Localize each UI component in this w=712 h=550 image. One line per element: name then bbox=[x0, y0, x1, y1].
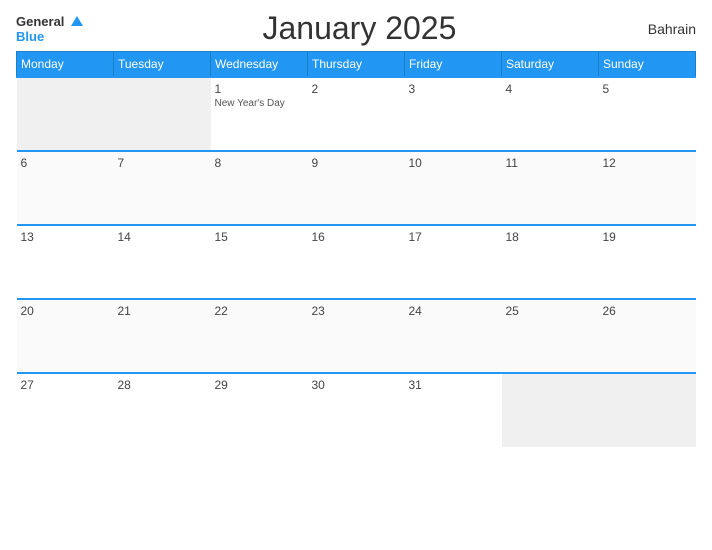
logo-blue-text: Blue bbox=[16, 30, 44, 44]
day-number: 22 bbox=[215, 304, 304, 318]
day-number: 21 bbox=[118, 304, 207, 318]
day-number: 25 bbox=[506, 304, 595, 318]
day-number: 16 bbox=[312, 230, 401, 244]
day-number: 13 bbox=[21, 230, 110, 244]
calendar-day-cell: 1 New Year's Day bbox=[211, 77, 308, 151]
weekday-header-thursday: Thursday bbox=[308, 52, 405, 78]
calendar-day-cell bbox=[599, 373, 696, 447]
calendar-day-cell bbox=[17, 77, 114, 151]
day-number: 10 bbox=[409, 156, 498, 170]
calendar-day-cell: 10 bbox=[405, 151, 502, 225]
weekday-header-row: MondayTuesdayWednesdayThursdayFridaySatu… bbox=[17, 52, 696, 78]
day-number: 9 bbox=[312, 156, 401, 170]
calendar-day-cell bbox=[502, 373, 599, 447]
weekday-header-saturday: Saturday bbox=[502, 52, 599, 78]
day-number: 18 bbox=[506, 230, 595, 244]
header-row: General Blue January 2025 Bahrain bbox=[16, 10, 696, 47]
logo-triangle-icon bbox=[71, 16, 83, 26]
calendar-day-cell: 24 bbox=[405, 299, 502, 373]
day-number: 8 bbox=[215, 156, 304, 170]
calendar-day-cell: 14 bbox=[114, 225, 211, 299]
calendar-day-cell: 21 bbox=[114, 299, 211, 373]
day-number: 17 bbox=[409, 230, 498, 244]
calendar-day-cell: 5 bbox=[599, 77, 696, 151]
day-number: 23 bbox=[312, 304, 401, 318]
calendar-week-row: 1 New Year's Day 2345 bbox=[17, 77, 696, 151]
calendar-day-cell: 18 bbox=[502, 225, 599, 299]
day-number: 30 bbox=[312, 378, 401, 392]
weekday-header-monday: Monday bbox=[17, 52, 114, 78]
calendar-day-cell: 22 bbox=[211, 299, 308, 373]
calendar-day-cell: 30 bbox=[308, 373, 405, 447]
day-number: 31 bbox=[409, 378, 498, 392]
logo-general-text: General bbox=[16, 14, 64, 29]
day-number: 7 bbox=[118, 156, 207, 170]
calendar-container: General Blue January 2025 Bahrain Monday… bbox=[0, 0, 712, 550]
day-number: 24 bbox=[409, 304, 498, 318]
calendar-day-cell: 25 bbox=[502, 299, 599, 373]
weekday-header-tuesday: Tuesday bbox=[114, 52, 211, 78]
calendar-day-cell: 11 bbox=[502, 151, 599, 225]
day-number: 4 bbox=[506, 82, 595, 96]
calendar-header: MondayTuesdayWednesdayThursdayFridaySatu… bbox=[17, 52, 696, 78]
day-number: 14 bbox=[118, 230, 207, 244]
calendar-day-cell: 2 bbox=[308, 77, 405, 151]
calendar-day-cell: 8 bbox=[211, 151, 308, 225]
calendar-day-cell: 15 bbox=[211, 225, 308, 299]
logo-top: General bbox=[16, 13, 83, 31]
calendar-day-cell: 17 bbox=[405, 225, 502, 299]
calendar-day-cell: 19 bbox=[599, 225, 696, 299]
calendar-day-cell: 3 bbox=[405, 77, 502, 151]
calendar-day-cell: 12 bbox=[599, 151, 696, 225]
calendar-body: 1New Year's Day2345678910111213141516171… bbox=[17, 77, 696, 447]
day-number: 1 bbox=[215, 82, 304, 96]
calendar-day-cell: 27 bbox=[17, 373, 114, 447]
calendar-day-cell: 13 bbox=[17, 225, 114, 299]
weekday-header-friday: Friday bbox=[405, 52, 502, 78]
calendar-day-cell bbox=[114, 77, 211, 151]
calendar-day-cell: 31 bbox=[405, 373, 502, 447]
day-number: 28 bbox=[118, 378, 207, 392]
weekday-header-wednesday: Wednesday bbox=[211, 52, 308, 78]
calendar-day-cell: 26 bbox=[599, 299, 696, 373]
calendar-day-cell: 20 bbox=[17, 299, 114, 373]
calendar-day-cell: 28 bbox=[114, 373, 211, 447]
calendar-day-cell: 16 bbox=[308, 225, 405, 299]
day-event: New Year's Day bbox=[215, 98, 304, 109]
calendar-week-row: 13 14 15 16 17 18 19 bbox=[17, 225, 696, 299]
day-number: 19 bbox=[603, 230, 692, 244]
calendar-day-cell: 6 bbox=[17, 151, 114, 225]
calendar-day-cell: 9 bbox=[308, 151, 405, 225]
calendar-day-cell: 4 bbox=[502, 77, 599, 151]
weekday-header-sunday: Sunday bbox=[599, 52, 696, 78]
calendar-day-cell: 29 bbox=[211, 373, 308, 447]
day-number: 12 bbox=[603, 156, 692, 170]
day-number: 20 bbox=[21, 304, 110, 318]
calendar-week-row: 20 21 22 23 24 25 26 bbox=[17, 299, 696, 373]
calendar-day-cell: 23 bbox=[308, 299, 405, 373]
day-number: 26 bbox=[603, 304, 692, 318]
calendar-table: MondayTuesdayWednesdayThursdayFridaySatu… bbox=[16, 51, 696, 447]
calendar-week-row: 27 28 29 30 31 bbox=[17, 373, 696, 447]
calendar-week-row: 6789 10 11 12 bbox=[17, 151, 696, 225]
day-number: 3 bbox=[409, 82, 498, 96]
day-number: 15 bbox=[215, 230, 304, 244]
calendar-day-cell: 7 bbox=[114, 151, 211, 225]
country-label: Bahrain bbox=[636, 21, 696, 37]
day-number: 2 bbox=[312, 82, 401, 96]
day-number: 29 bbox=[215, 378, 304, 392]
calendar-title: January 2025 bbox=[83, 10, 636, 47]
day-number: 11 bbox=[506, 156, 595, 170]
day-number: 6 bbox=[21, 156, 110, 170]
day-number: 5 bbox=[603, 82, 692, 96]
day-number: 27 bbox=[21, 378, 110, 392]
logo: General Blue bbox=[16, 13, 83, 45]
